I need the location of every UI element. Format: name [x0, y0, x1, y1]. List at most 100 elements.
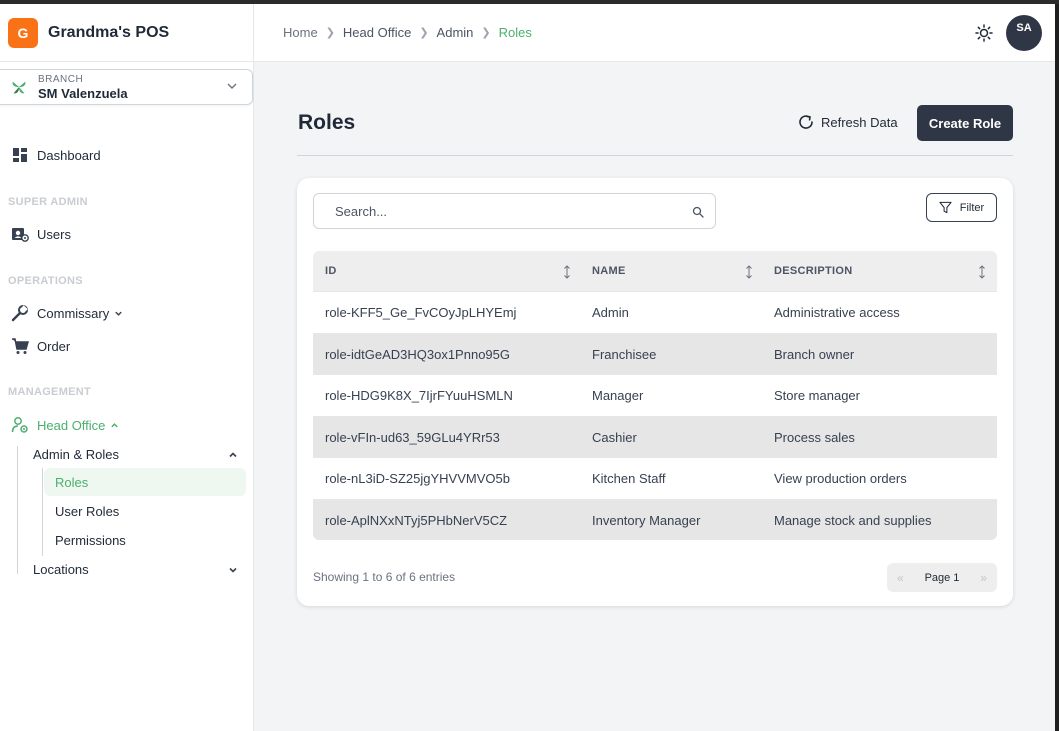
cell-name: Manager — [592, 388, 644, 404]
sidebar-item-permissions[interactable]: Permissions — [55, 533, 126, 548]
chevron-right-icon: ❯ — [419, 27, 429, 39]
cell-description: Branch owner — [774, 346, 855, 362]
chevron-down-icon[interactable] — [228, 565, 238, 575]
roles-card: Filter ID NAME DESCRIPTION role-KFF5_Ge_… — [297, 178, 1013, 606]
avatar[interactable]: SA — [1006, 15, 1042, 51]
table-header: ID NAME DESCRIPTION — [313, 251, 997, 291]
breadcrumb-admin[interactable]: Admin — [437, 25, 474, 40]
window-right-edge — [1055, 4, 1059, 731]
cell-description: Store manager — [774, 388, 860, 404]
table-row[interactable]: role-idtGeAD3HQ3ox1Pnno95G Franchisee Br… — [313, 332, 997, 375]
column-header-description[interactable]: DESCRIPTION — [774, 265, 852, 277]
cell-id: role-HDG9K8X_7IjrFYuuHSMLN — [325, 388, 513, 404]
chevron-down-icon — [227, 83, 237, 89]
section-operations: OPERATIONS — [8, 275, 83, 287]
breadcrumb: Home ❯ Head Office ❯ Admin ❯ Roles — [283, 25, 532, 40]
table-row[interactable]: role-HDG9K8X_7IjrFYuuHSMLN Manager Store… — [313, 374, 997, 416]
table-row[interactable]: role-KFF5_Ge_FvCOyJpLHYEmj Admin Adminis… — [313, 291, 997, 333]
user-gear-icon — [10, 415, 30, 435]
chevron-up-icon — [111, 422, 119, 427]
brand[interactable]: G Grandma's POS — [0, 4, 253, 62]
top-header: Home ❯ Head Office ❯ Admin ❯ Roles SA — [254, 4, 1055, 62]
tree-line — [42, 468, 43, 556]
cell-description: View production orders — [774, 471, 907, 487]
chevron-down-icon — [115, 311, 122, 316]
brand-logo: G — [8, 17, 38, 48]
sidebar-item-label: Dashboard — [37, 147, 101, 163]
chevron-right-icon: ❯ — [325, 27, 335, 39]
filter-label: Filter — [959, 201, 985, 214]
column-header-id[interactable]: ID — [325, 265, 337, 277]
filter-icon — [939, 201, 952, 214]
sidebar-item-head-office[interactable]: Head Office — [10, 415, 119, 435]
title-divider — [297, 155, 1013, 156]
sort-icon[interactable] — [978, 264, 986, 280]
page-indicator: Page 1 — [924, 571, 960, 584]
leaf-icon — [12, 81, 26, 94]
cell-name: Inventory Manager — [592, 513, 701, 528]
sidebar-item-label: Order — [37, 338, 71, 354]
table-row[interactable]: role-vFIn-ud63_59GLu4YRr53 Cashier Proce… — [313, 415, 997, 458]
section-super-admin: SUPER ADMIN — [8, 196, 88, 208]
column-header-name[interactable]: NAME — [592, 265, 626, 277]
users-icon — [10, 224, 30, 244]
create-role-button[interactable]: Create Role — [917, 105, 1013, 141]
refresh-data-button[interactable]: Refresh Data — [797, 113, 898, 131]
sidebar-item-dashboard[interactable]: Dashboard — [10, 145, 101, 165]
sidebar-item-commissary[interactable]: Commissary — [10, 303, 123, 323]
cell-id: role-nL3iD-SZ25jgYHVVMVO5b — [325, 471, 510, 487]
cell-name: Kitchen Staff — [592, 471, 666, 487]
cell-name: Cashier — [592, 429, 637, 445]
sidebar-item-locations[interactable]: Locations — [33, 562, 89, 577]
search-input[interactable] — [314, 194, 715, 228]
breadcrumb-roles: Roles — [498, 25, 532, 40]
cell-id: role-AplNXxNTyj5PHbNerV5CZ — [325, 513, 508, 528]
cell-name: Franchisee — [592, 346, 657, 362]
sidebar-item-label: Commissary — [37, 305, 110, 321]
chevron-right-icon: ❯ — [481, 27, 491, 39]
search-box — [313, 193, 716, 229]
cell-description: Manage stock and supplies — [774, 513, 932, 528]
entries-summary: Showing 1 to 6 of 6 entries — [313, 570, 456, 584]
cell-id: role-idtGeAD3HQ3ox1Pnno95G — [325, 346, 510, 362]
roles-table: ID NAME DESCRIPTION role-KFF5_Ge_FvCOyJp… — [313, 251, 997, 540]
sidebar-item-roles[interactable]: Roles — [55, 475, 88, 490]
search-icon[interactable] — [692, 206, 704, 218]
branch-selector[interactable]: BRANCH SM Valenzuela — [0, 69, 253, 105]
sidebar-item-label: Head Office — [37, 417, 106, 433]
next-page-button[interactable]: » — [980, 571, 987, 585]
refresh-data-label: Refresh Data — [821, 114, 898, 130]
page-title: Roles — [298, 111, 356, 134]
sidebar-item-admin-roles[interactable]: Admin & Roles — [33, 447, 119, 462]
brand-name: Grandma's POS — [48, 23, 170, 41]
cell-id: role-KFF5_Ge_FvCOyJpLHYEmj — [325, 305, 517, 320]
sort-icon[interactable] — [745, 264, 753, 280]
cell-name: Admin — [592, 305, 629, 320]
section-management: MANAGEMENT — [8, 386, 92, 398]
breadcrumb-head-office[interactable]: Head Office — [343, 25, 411, 40]
tree-line — [17, 446, 18, 574]
sidebar-item-user-roles[interactable]: User Roles — [55, 504, 119, 519]
wrench-icon — [10, 303, 30, 323]
cart-icon — [10, 336, 30, 356]
sidebar: G Grandma's POS BRANCH SM Valenzuela Das… — [0, 4, 254, 731]
pagination: « Page 1 » — [887, 563, 997, 592]
sidebar-item-users[interactable]: Users — [10, 224, 71, 244]
cell-description: Administrative access — [774, 305, 900, 320]
sidebar-item-order[interactable]: Order — [10, 336, 70, 356]
breadcrumb-home[interactable]: Home — [283, 25, 318, 40]
sidebar-item-label: Users — [37, 226, 71, 242]
chevron-up-icon[interactable] — [228, 450, 238, 460]
prev-page-button[interactable]: « — [897, 571, 904, 585]
filter-button[interactable]: Filter — [926, 193, 997, 222]
sort-icon[interactable] — [563, 264, 571, 280]
cell-id: role-vFIn-ud63_59GLu4YRr53 — [325, 429, 500, 445]
dashboard-icon — [10, 145, 30, 165]
cell-description: Process sales — [774, 429, 855, 445]
branch-value: SM Valenzuela — [38, 85, 128, 101]
table-row[interactable]: role-AplNXxNTyj5PHbNerV5CZ Inventory Man… — [313, 499, 997, 540]
refresh-icon — [799, 115, 813, 129]
table-row[interactable]: role-nL3iD-SZ25jgYHVVMVO5b Kitchen Staff… — [313, 457, 997, 499]
sun-icon[interactable] — [975, 24, 993, 42]
branch-label: BRANCH — [38, 73, 84, 85]
